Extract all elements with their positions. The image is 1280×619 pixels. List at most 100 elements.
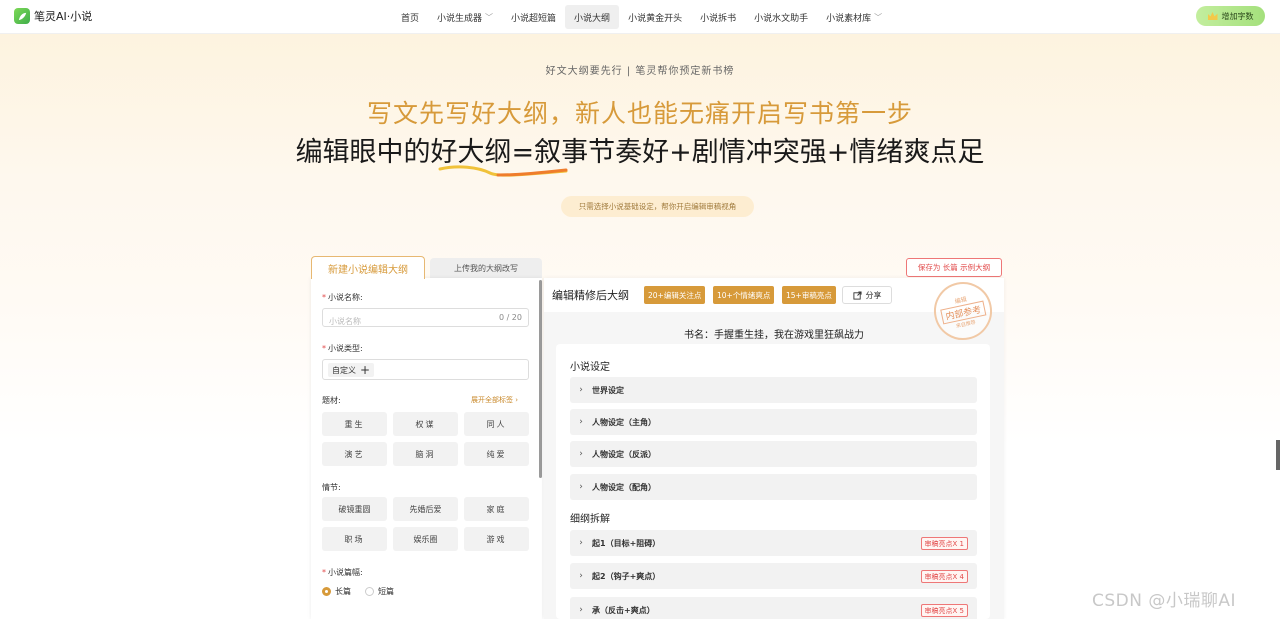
radio-short-label[interactable]: 短篇 (378, 586, 394, 597)
chevron-right-icon: › (579, 482, 583, 492)
chevron-down-icon: ﹀ (485, 12, 494, 22)
hero-note-pill: 只需选择小说基础设定，帮你开启编辑审稿视角 (561, 196, 754, 217)
review-highlight-badge: 审稿亮点X 5 (920, 604, 968, 617)
form-scrollbar[interactable] (539, 280, 542, 478)
novel-type-label: * 小说类型: (322, 344, 363, 353)
nav-label: 小说生成器 (437, 13, 483, 24)
section-title-outline: 细纲拆解 (570, 514, 610, 525)
save-sample-outline-button[interactable]: 保存为 长篇 示例大纲 (906, 258, 1002, 277)
theme-tag[interactable]: 同人 (464, 412, 529, 436)
tab-upload-outline[interactable]: 上传我的大纲改写 (430, 258, 542, 279)
custom-type-chip[interactable]: 自定义 + (328, 363, 375, 377)
radio-long-label[interactable]: 长篇 (335, 586, 351, 597)
hero-headline-secondary: 编辑眼中的好大纲=叙事节奏好+剧情冲突强+情绪爽点足 (295, 137, 985, 168)
outline-row-label: 起2（钩子+爽点） (592, 571, 661, 581)
chevron-right-icon: › (579, 417, 583, 427)
book-name: 书名：手握重生挂，我在游戏里狂飙战力 (684, 330, 864, 341)
plot-tag[interactable]: 职场 (322, 527, 387, 551)
nav-label: 小说大纲 (574, 13, 611, 24)
setting-row[interactable]: › 世界设定 (570, 377, 977, 403)
nav-item-short-novel[interactable]: 小说超短篇 (502, 5, 565, 29)
setting-row-label: 人物设定（配角） (592, 482, 656, 492)
plot-tag[interactable]: 娱乐圈 (393, 527, 458, 551)
underline-swoosh-decoration (438, 165, 568, 177)
radio-short[interactable] (365, 587, 374, 596)
top-navbar: 笔灵AI·小说 首页 小说生成器 ﹀ 小说超短篇 小说大纲 小说黄金开头 小说拆书… (0, 0, 1280, 34)
result-title: 编辑精修后大纲 (552, 289, 629, 302)
nav-item-novel-generator[interactable]: 小说生成器 ﹀ (428, 5, 502, 29)
novel-name-label: * 小说名称: (322, 293, 363, 302)
crown-icon (1207, 12, 1218, 20)
plus-icon[interactable]: + (360, 364, 370, 376)
novel-name-input[interactable] (323, 313, 473, 330)
share-icon (852, 290, 862, 300)
section-title-settings: 小说设定 (570, 362, 610, 373)
nav-item-book-breakdown[interactable]: 小说拆书 (691, 5, 745, 29)
setting-row[interactable]: › 人物设定（反派） (570, 441, 977, 467)
share-label: 分享 (865, 290, 882, 300)
plot-tag[interactable]: 先婚后爱 (393, 497, 458, 521)
nav-label: 小说拆书 (700, 13, 737, 24)
review-highlight-badge: 审稿亮点X 1 (920, 537, 968, 550)
csdn-watermark: CSDN @小瑞聊AI (1092, 591, 1237, 611)
theme-tag[interactable]: 演艺 (322, 442, 387, 466)
brand-logo[interactable]: 笔灵AI·小说 (14, 8, 92, 24)
theme-tag[interactable]: 权谋 (393, 412, 458, 436)
review-highlight-badge: 审稿亮点X 4 (920, 570, 968, 583)
add-words-button[interactable]: 增加字数 (1196, 6, 1265, 26)
nav-item-home[interactable]: 首页 (392, 5, 428, 29)
feature-badge: 20+编辑关注点 (644, 286, 706, 304)
novel-type-select[interactable]: 自定义 + (322, 359, 529, 380)
share-button[interactable]: 分享 (842, 286, 892, 304)
setting-row-label: 世界设定 (592, 385, 624, 395)
setting-row[interactable]: › 人物设定（主角） (570, 409, 977, 435)
setting-row[interactable]: › 人物设定（配角） (570, 474, 977, 500)
plot-label: 情节: (322, 483, 341, 492)
hero-headline-primary: 写文先写好大纲，新人也能无痛开启写书第一步 (366, 99, 913, 128)
outline-row[interactable]: › 承（反击+爽点） 审稿亮点X 5 (570, 597, 977, 619)
chevron-right-icon: › (579, 571, 583, 581)
outline-row-label: 承（反击+爽点） (592, 605, 655, 615)
chevron-right-icon: › (579, 449, 583, 459)
setting-row-label: 人物设定（主角） (592, 417, 656, 427)
nav-item-novel-outline[interactable]: 小说大纲 (565, 5, 620, 29)
outline-row[interactable]: › 起2（钩子+爽点） 审稿亮点X 4 (570, 563, 977, 589)
novel-name-field: 0 / 20 (322, 308, 529, 330)
nav-label: 首页 (401, 13, 420, 24)
nav-item-material-library[interactable]: 小说素材库 ﹀ (817, 5, 891, 29)
hero-tagline: 好文大纲要先行 | 笔灵帮你预定新书榜 (545, 66, 735, 77)
plot-tag[interactable]: 家庭 (464, 497, 529, 521)
chevron-right-icon: › (515, 396, 519, 404)
brand-name: 笔灵AI·小说 (34, 10, 93, 23)
nav-item-golden-opening[interactable]: 小说黄金开头 (619, 5, 691, 29)
feather-logo-icon (14, 8, 30, 24)
tab-new-outline[interactable]: 新建小说编辑大纲 (311, 256, 425, 279)
chevron-down-icon: ﹀ (874, 12, 883, 22)
edge-scroll-indicator (1276, 440, 1280, 470)
theme-label: 题材: (322, 396, 341, 405)
nav-label: 小说水文助手 (754, 13, 809, 24)
outline-row-label: 起1（目标+阻碍） (592, 538, 661, 548)
feature-badge: 10+个情绪爽点 (713, 286, 775, 304)
setting-row-label: 人物设定（反派） (592, 449, 656, 459)
chevron-right-icon: › (579, 605, 583, 615)
outline-row[interactable]: › 起1（目标+阻碍） 审稿亮点X 1 (570, 530, 977, 556)
radio-long[interactable] (322, 587, 331, 596)
plot-tag[interactable]: 破镜重圆 (322, 497, 387, 521)
main-nav: 首页 小说生成器 ﹀ 小说超短篇 小说大纲 小说黄金开头 小说拆书 小说水文助手 … (392, 5, 891, 29)
nav-label: 小说超短篇 (511, 13, 557, 24)
feature-badge: 15+审稿亮点 (782, 286, 836, 304)
nav-item-filler-assistant[interactable]: 小说水文助手 (745, 5, 817, 29)
length-label: * 小说篇幅: (322, 568, 363, 577)
expand-all-tags-link[interactable]: 展开全部标签 › (471, 395, 518, 405)
char-counter: 0 / 20 (498, 313, 522, 322)
theme-tag[interactable]: 纯爱 (464, 442, 529, 466)
plot-tag[interactable]: 游戏 (464, 527, 529, 551)
nav-label: 小说黄金开头 (628, 13, 683, 24)
chevron-right-icon: › (579, 385, 583, 395)
add-words-label: 增加字数 (1221, 11, 1254, 21)
theme-tag[interactable]: 脑洞 (393, 442, 458, 466)
length-radio-group: 长篇 短篇 (322, 586, 394, 597)
theme-tag[interactable]: 重生 (322, 412, 387, 436)
chevron-right-icon: › (579, 538, 583, 548)
